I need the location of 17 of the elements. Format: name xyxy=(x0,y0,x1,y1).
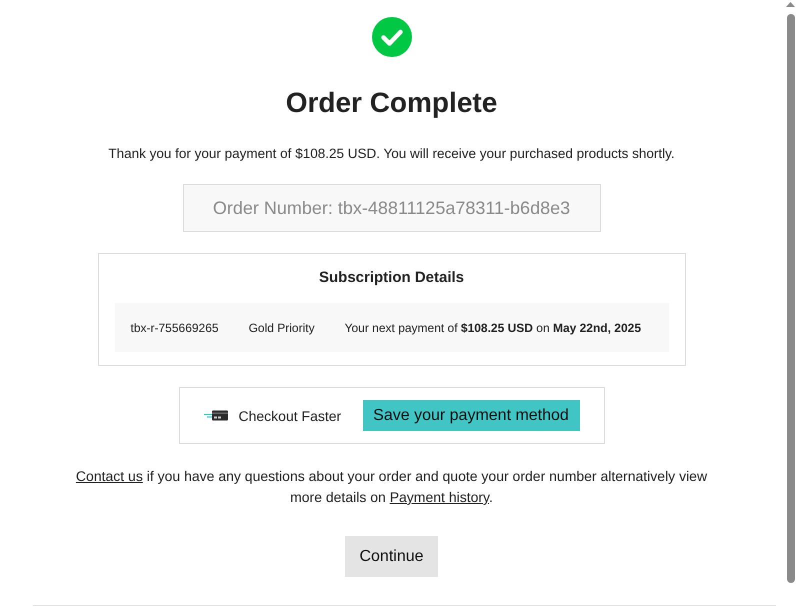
continue-button[interactable]: Continue xyxy=(345,536,438,577)
checkout-label: Checkout Faster xyxy=(238,408,342,424)
help-text: Contact us if you have any questions about your order and quote your order number alternatively view more details on Payment history. xyxy=(74,467,708,507)
page-title: Order Complete xyxy=(286,87,498,119)
confirmation-message: Thank you for your payment of $108.25 USD. You will receive your purchased products shortly. xyxy=(108,145,675,163)
next-payment-text: Your next payment of $108.25 USD on May 22nd, 2025 xyxy=(344,320,642,334)
scrollbar-thumb[interactable] xyxy=(786,14,794,583)
save-payment-method-button[interactable]: Save your payment method xyxy=(362,400,580,431)
subscription-id: tbx-r-755669265 xyxy=(130,320,219,334)
text-link[interactable]: Contact us xyxy=(76,468,143,484)
subscription-title: Subscription Details xyxy=(318,268,466,288)
check-circle-icon xyxy=(372,17,412,57)
order-number: Order Number: tbx-48811125a78311-b6d8e3 xyxy=(182,184,600,232)
credit-card-icon xyxy=(204,410,228,421)
text-link[interactable]: Payment history xyxy=(390,489,490,505)
scroll-up-icon[interactable] xyxy=(786,2,794,7)
plan-name: Gold Priority xyxy=(248,320,315,334)
